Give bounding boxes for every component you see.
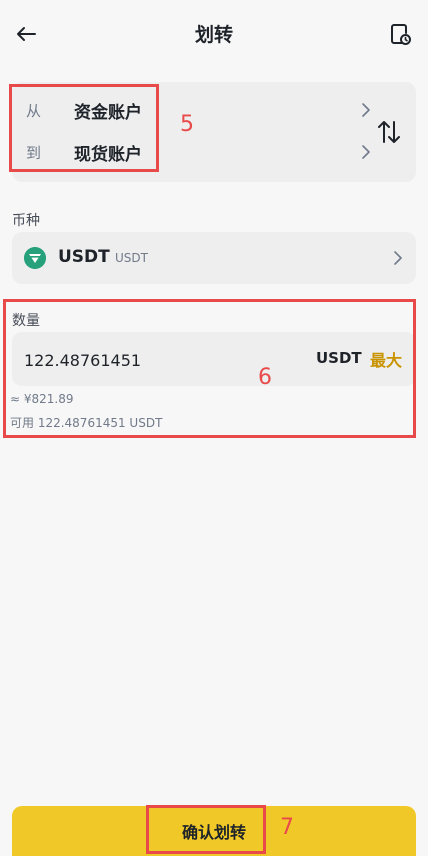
- account-card: 从 资金账户 到 现货账户: [12, 82, 416, 182]
- amount-label: 数量: [12, 313, 40, 329]
- annotation-number: 6: [258, 365, 272, 390]
- page-title: 划转: [194, 24, 233, 46]
- chevron-right-icon: [362, 103, 370, 117]
- chevron-right-icon: [394, 251, 402, 265]
- amount-field: USDT 最大: [12, 332, 416, 386]
- to-account-row[interactable]: 到 现货账户: [12, 132, 372, 172]
- annotation-number: 5: [180, 112, 194, 137]
- coin-name: USDT: [58, 247, 110, 267]
- transfer-page: 划转 从 资金账户 到 现货账户 币种 USDT USDT 数量 122.487…: [0, 0, 428, 856]
- coin-label: 币种: [12, 213, 40, 229]
- coin-selector[interactable]: USDT USDT: [12, 232, 416, 284]
- fiat-estimate: ≈ ¥821.89: [10, 392, 74, 406]
- to-prefix: 到: [26, 144, 42, 162]
- record-clock-icon: [391, 24, 411, 45]
- to-account-name: 现货账户: [74, 145, 142, 165]
- annotation-number: 7: [280, 815, 294, 840]
- amount-unit: USDT: [316, 349, 362, 367]
- from-prefix: 从: [26, 102, 42, 120]
- from-account-name: 资金账户: [74, 103, 142, 123]
- confirm-label: 确认划转: [181, 823, 246, 842]
- confirm-transfer-button[interactable]: 确认划转: [12, 806, 416, 856]
- amount-input[interactable]: [22, 345, 286, 375]
- max-button[interactable]: 最大: [370, 347, 402, 371]
- chevron-right-icon: [362, 145, 370, 159]
- coin-subtitle: USDT: [115, 251, 148, 265]
- history-button[interactable]: [390, 22, 412, 46]
- available-balance: 可用 122.48761451 USDT: [10, 416, 163, 430]
- tether-icon: [24, 247, 46, 269]
- header: 划转: [0, 0, 428, 66]
- swap-vertical-icon[interactable]: [376, 118, 402, 146]
